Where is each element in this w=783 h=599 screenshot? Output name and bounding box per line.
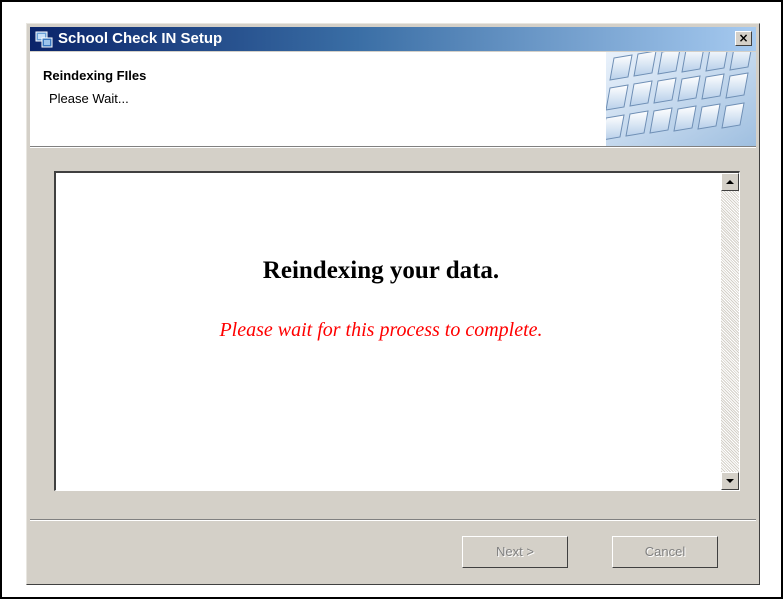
vertical-scrollbar[interactable] [721, 173, 739, 490]
setup-dialog-window: School Check IN Setup × Reindexing FIles… [26, 23, 760, 585]
close-button[interactable]: × [735, 31, 752, 46]
window-title: School Check IN Setup [58, 30, 223, 47]
scroll-up-button[interactable] [721, 173, 739, 191]
status-content-box: Reindexing your data. Please wait for th… [54, 171, 740, 491]
next-button[interactable]: Next > [462, 536, 568, 568]
close-icon: × [738, 31, 749, 45]
cancel-button[interactable]: Cancel [612, 536, 718, 568]
keyboard-banner-image [606, 52, 756, 146]
scroll-down-button[interactable] [721, 472, 739, 490]
step-title: Reindexing FIles [43, 68, 147, 83]
step-subtitle: Please Wait... [49, 91, 129, 106]
scroll-down-arrow-icon [726, 479, 734, 483]
status-message: Please wait for this process to complete… [219, 319, 543, 341]
title-bar[interactable]: School Check IN Setup × [30, 27, 756, 51]
scroll-up-arrow-icon [726, 180, 734, 184]
header-divider [30, 147, 756, 148]
setup-app-icon [35, 30, 53, 48]
status-heading: Reindexing your data. [262, 257, 500, 284]
status-text-area: Reindexing your data. Please wait for th… [56, 173, 720, 490]
footer-divider [30, 519, 756, 521]
wizard-header-panel: Reindexing FIles Please Wait... [30, 52, 756, 147]
